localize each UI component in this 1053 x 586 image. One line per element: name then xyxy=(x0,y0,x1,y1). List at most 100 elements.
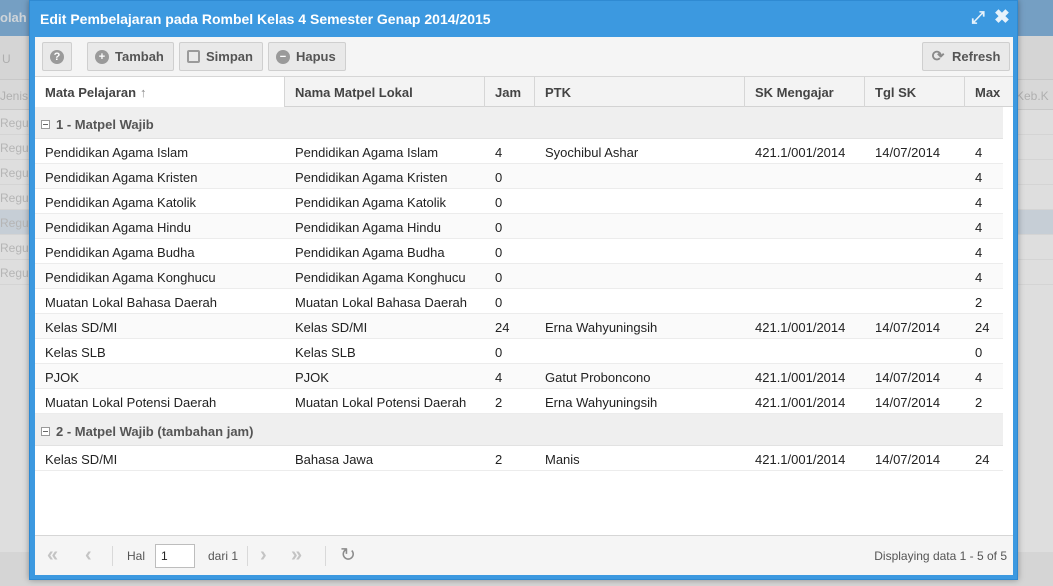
next-page-icon[interactable]: › xyxy=(260,545,267,565)
table-cell: 0 xyxy=(495,270,503,285)
table-cell: 14/07/2014 xyxy=(875,145,941,160)
page-number-input[interactable] xyxy=(155,544,195,568)
last-page-icon[interactable]: » xyxy=(291,545,302,565)
table-cell: PJOK xyxy=(295,370,329,385)
delete-button-label: Hapus xyxy=(296,49,336,64)
table-cell: Pendidikan Agama Katolik xyxy=(295,195,447,210)
table-cell: Erna Wahyuningsih xyxy=(545,395,658,410)
table-cell: 24 xyxy=(495,320,510,335)
table-cell: Pendidikan Agama Hindu xyxy=(295,220,441,235)
table-cell: Erna Wahyuningsih xyxy=(545,320,658,335)
collapse-icon[interactable] xyxy=(41,120,50,129)
table-row[interactable]: Pendidikan Agama Budha Pendidikan Agama B… xyxy=(35,239,1003,264)
table-cell: 24 xyxy=(975,452,990,467)
table-cell: Syochibul Ashar xyxy=(545,145,639,160)
table-cell: Pendidikan Agama Konghucu xyxy=(295,270,466,285)
column-label: Tgl SK xyxy=(875,85,917,100)
refresh-button[interactable]: ⟳ Refresh xyxy=(922,42,1011,71)
table-cell: 0 xyxy=(495,170,503,185)
add-button-label: Tambah xyxy=(115,49,164,64)
column-header-jam[interactable]: Jam xyxy=(485,77,535,107)
table-row[interactable]: Pendidikan Agama Konghucu Pendidikan Agam… xyxy=(35,264,1003,289)
column-label: Mata Pelajaran xyxy=(45,85,137,100)
toolbar: ? + Tambah Simpan − Hapus ⟳ Refresh xyxy=(35,37,1013,77)
save-button[interactable]: Simpan xyxy=(179,42,263,71)
table-cell: 421.1/001/2014 xyxy=(755,370,846,385)
table-row[interactable]: Pendidikan Agama Hindu Pendidikan Agama H… xyxy=(35,214,1003,239)
table-row[interactable]: Muatan Lokal Bahasa Daerah Muatan Lokal B… xyxy=(35,289,1003,314)
table-cell: 2 xyxy=(495,452,503,467)
table-cell: Kelas SLB xyxy=(45,345,106,360)
column-label: SK Mengajar xyxy=(755,85,834,100)
table-cell: Pendidikan Agama Kristen xyxy=(45,170,198,185)
table-cell: Manis xyxy=(545,452,580,467)
column-header-max[interactable]: Max xyxy=(965,77,1013,107)
delete-button[interactable]: − Hapus xyxy=(268,42,346,71)
table-cell: Pendidikan Agama Islam xyxy=(45,145,189,160)
table-row[interactable]: Muatan Lokal Potensi Daerah Muatan Lokal … xyxy=(35,389,1003,414)
previous-page-icon[interactable]: ‹ xyxy=(85,545,92,565)
reload-icon[interactable]: ↻ xyxy=(340,544,356,567)
column-label: Nama Matpel Lokal xyxy=(295,85,413,100)
table-cell: 421.1/001/2014 xyxy=(755,145,846,160)
table-cell: 2 xyxy=(975,295,983,310)
table-cell: Pendidikan Agama Konghucu xyxy=(45,270,216,285)
column-header-ptk[interactable]: PTK xyxy=(535,77,745,107)
group-header-row[interactable]: 1 - Matpel Wajib xyxy=(35,107,1003,139)
table-cell: 2 xyxy=(495,395,503,410)
table-cell: Pendidikan Agama Islam xyxy=(295,145,439,160)
table-cell: 4 xyxy=(975,220,983,235)
plus-icon: + xyxy=(95,49,109,64)
table-cell: 14/07/2014 xyxy=(875,320,941,335)
table-cell: 14/07/2014 xyxy=(875,395,941,410)
table-cell: Pendidikan Agama Hindu xyxy=(45,220,191,235)
sort-ascending-icon: ↑ xyxy=(140,85,147,100)
table-cell: 4 xyxy=(975,195,983,210)
table-cell: 2 xyxy=(975,395,983,410)
help-button[interactable]: ? xyxy=(42,42,72,71)
close-icon[interactable]: ✖ xyxy=(993,8,1011,28)
table-cell: 4 xyxy=(975,370,983,385)
column-label: Jam xyxy=(495,85,522,100)
table-cell: Muatan Lokal Potensi Daerah xyxy=(45,395,217,410)
expand-icon[interactable]: ⤢ xyxy=(969,8,987,28)
table-cell: 4 xyxy=(975,270,983,285)
dialog-body: ? + Tambah Simpan − Hapus ⟳ Refresh Mata… xyxy=(35,37,1013,575)
table-cell: Muatan Lokal Bahasa Daerah xyxy=(295,295,468,310)
table-cell: Kelas SD/MI xyxy=(295,320,368,335)
table-cell: 14/07/2014 xyxy=(875,452,941,467)
column-label: Max xyxy=(975,85,1001,100)
save-button-label: Simpan xyxy=(206,49,253,64)
group-header-row[interactable]: 2 - Matpel Wajib (tambahan jam) xyxy=(35,414,1003,446)
table-cell: 4 xyxy=(975,170,983,185)
table-cell: 0 xyxy=(495,220,503,235)
table-row[interactable]: Pendidikan Agama Kristen Pendidikan Agama… xyxy=(35,164,1003,189)
table-row[interactable]: PJOK PJOK 4 Gatut Proboncono 421.1/001/2014 1… xyxy=(35,364,1003,389)
table-cell: Muatan Lokal Bahasa Daerah xyxy=(45,295,218,310)
table-row[interactable]: Pendidikan Agama Katolik Pendidikan Agama… xyxy=(35,189,1003,214)
table-cell: Kelas SLB xyxy=(295,345,356,360)
table-cell: 0 xyxy=(495,245,503,260)
column-header-mata-pelajaran[interactable]: Mata Pelajaran ↑ xyxy=(35,77,285,107)
grid-body: 1 - Matpel Wajib Pendidikan Agama Islam Pe… xyxy=(35,107,1013,535)
refresh-button-label: Refresh xyxy=(952,49,1001,64)
separator xyxy=(325,546,326,566)
table-cell: 0 xyxy=(975,345,983,360)
column-header-nama-matpel-lokal[interactable]: Nama Matpel Lokal xyxy=(285,77,485,107)
table-cell: 4 xyxy=(975,245,983,260)
table-cell: PJOK xyxy=(45,370,79,385)
pagination-bar: « ‹ Hal dari 1 › » ↻ Displaying data 1 -… xyxy=(35,535,1013,575)
table-row[interactable]: Pendidikan Agama Islam Pendidikan Agama I… xyxy=(35,139,1003,164)
collapse-icon[interactable] xyxy=(41,427,50,436)
table-cell: 14/07/2014 xyxy=(875,370,941,385)
table-cell: 421.1/001/2014 xyxy=(755,320,846,335)
table-row[interactable]: Kelas SD/MI Kelas SD/MI 24 Erna Wahyuningsi… xyxy=(35,314,1003,339)
table-cell: Pendidikan Agama Katolik xyxy=(45,195,197,210)
table-row[interactable]: Kelas SD/MI Bahasa Jawa 2 Manis 421.1/001/20… xyxy=(35,446,1003,471)
column-header-tgl-sk[interactable]: Tgl SK xyxy=(865,77,965,107)
add-button[interactable]: + Tambah xyxy=(87,42,174,71)
first-page-icon[interactable]: « xyxy=(47,545,58,565)
table-cell: Pendidikan Agama Budha xyxy=(45,245,195,260)
column-header-sk-mengajar[interactable]: SK Mengajar xyxy=(745,77,865,107)
table-row[interactable]: Kelas SLB Kelas SLB 0 0 xyxy=(35,339,1003,364)
